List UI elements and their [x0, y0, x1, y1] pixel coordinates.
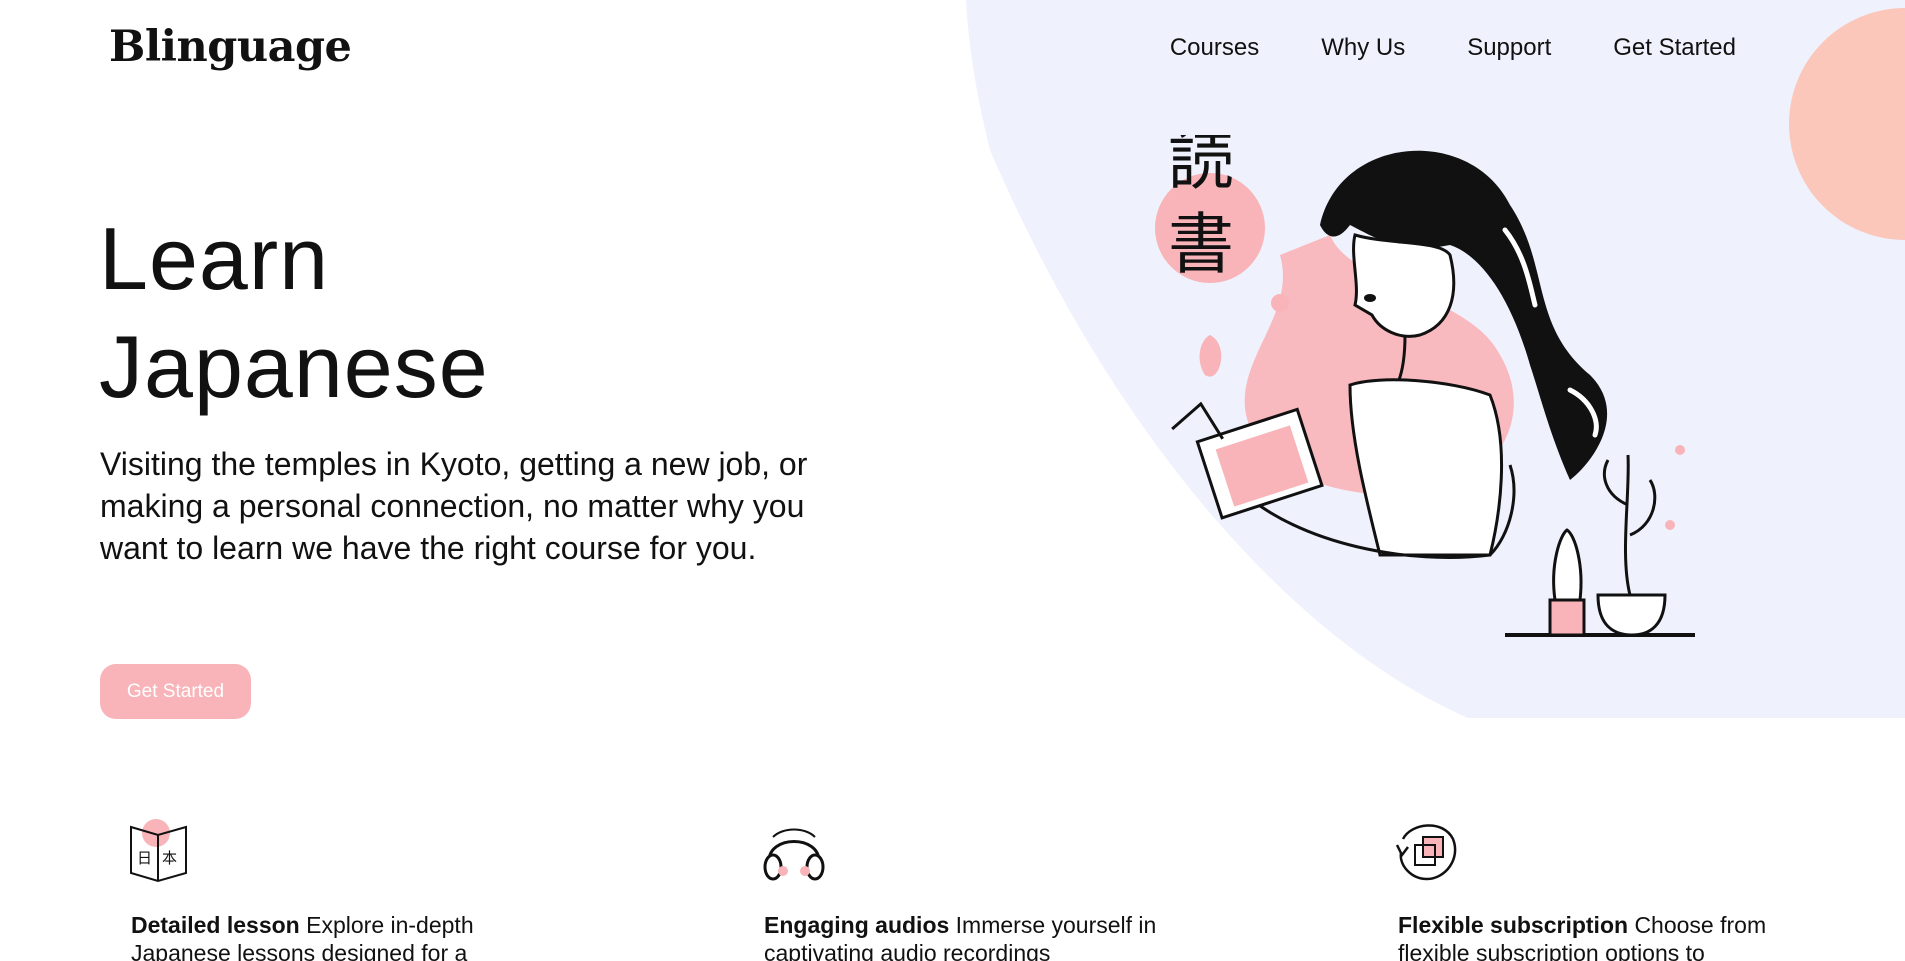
feature-detailed-lesson-text: Detailed lesson Explore in-depth Japanes…	[131, 912, 474, 961]
kanji-read: 読	[1168, 135, 1234, 199]
refresh-subscription-icon	[1395, 824, 1457, 881]
landing-page: Blinguage Courses Why Us Support Get Sta…	[0, 0, 1905, 961]
tall-cactus	[1603, 454, 1657, 596]
nav-link-get-started[interactable]: Get Started	[1613, 34, 1736, 62]
feature-flexible-subscription-text: Flexible subscription Choose from flexib…	[1398, 912, 1767, 961]
headphones-icon	[763, 828, 825, 881]
logo[interactable]: Blinguage	[109, 22, 352, 72]
eye	[1364, 294, 1376, 302]
hero-description: Visiting the temples in Kyoto, getting a…	[100, 446, 808, 566]
hero-title: Learn Japanese	[99, 205, 489, 421]
feature-detailed-lesson-title: Detailed lesson	[131, 912, 300, 938]
woman-reading-illustration: 読 書	[1155, 135, 1695, 637]
feature-flexible-subscription-title: Flexible subscription	[1398, 912, 1629, 938]
feature-engaging-audios-title: Engaging audios	[764, 912, 950, 938]
pink-dot	[1271, 294, 1289, 312]
svg-text:本: 本	[162, 849, 177, 867]
svg-text:日: 日	[137, 849, 152, 867]
small-cactus	[1552, 528, 1583, 602]
hero-title-line1: Learn	[99, 209, 330, 308]
book-icon: 日 本	[130, 819, 187, 883]
nav-link-why-us[interactable]: Why Us	[1321, 34, 1405, 62]
nav-link-courses[interactable]: Courses	[1170, 34, 1259, 62]
body	[1348, 378, 1503, 557]
feature-engaging-audios-text: Engaging audios Immerse yourself in capt…	[764, 912, 1157, 961]
pink-drop	[1199, 335, 1222, 377]
flower-dot-2	[1665, 520, 1675, 530]
hero-title-line2: Japanese	[99, 317, 489, 416]
flower-dot	[1675, 445, 1685, 455]
kanji-book: 書	[1168, 206, 1234, 283]
main-nav: Courses Why Us Support Get Started	[1170, 34, 1736, 62]
nav-link-support[interactable]: Support	[1467, 34, 1551, 62]
small-pot	[1548, 598, 1586, 637]
round-pot	[1596, 593, 1667, 637]
get-started-button[interactable]: Get Started	[100, 664, 251, 719]
